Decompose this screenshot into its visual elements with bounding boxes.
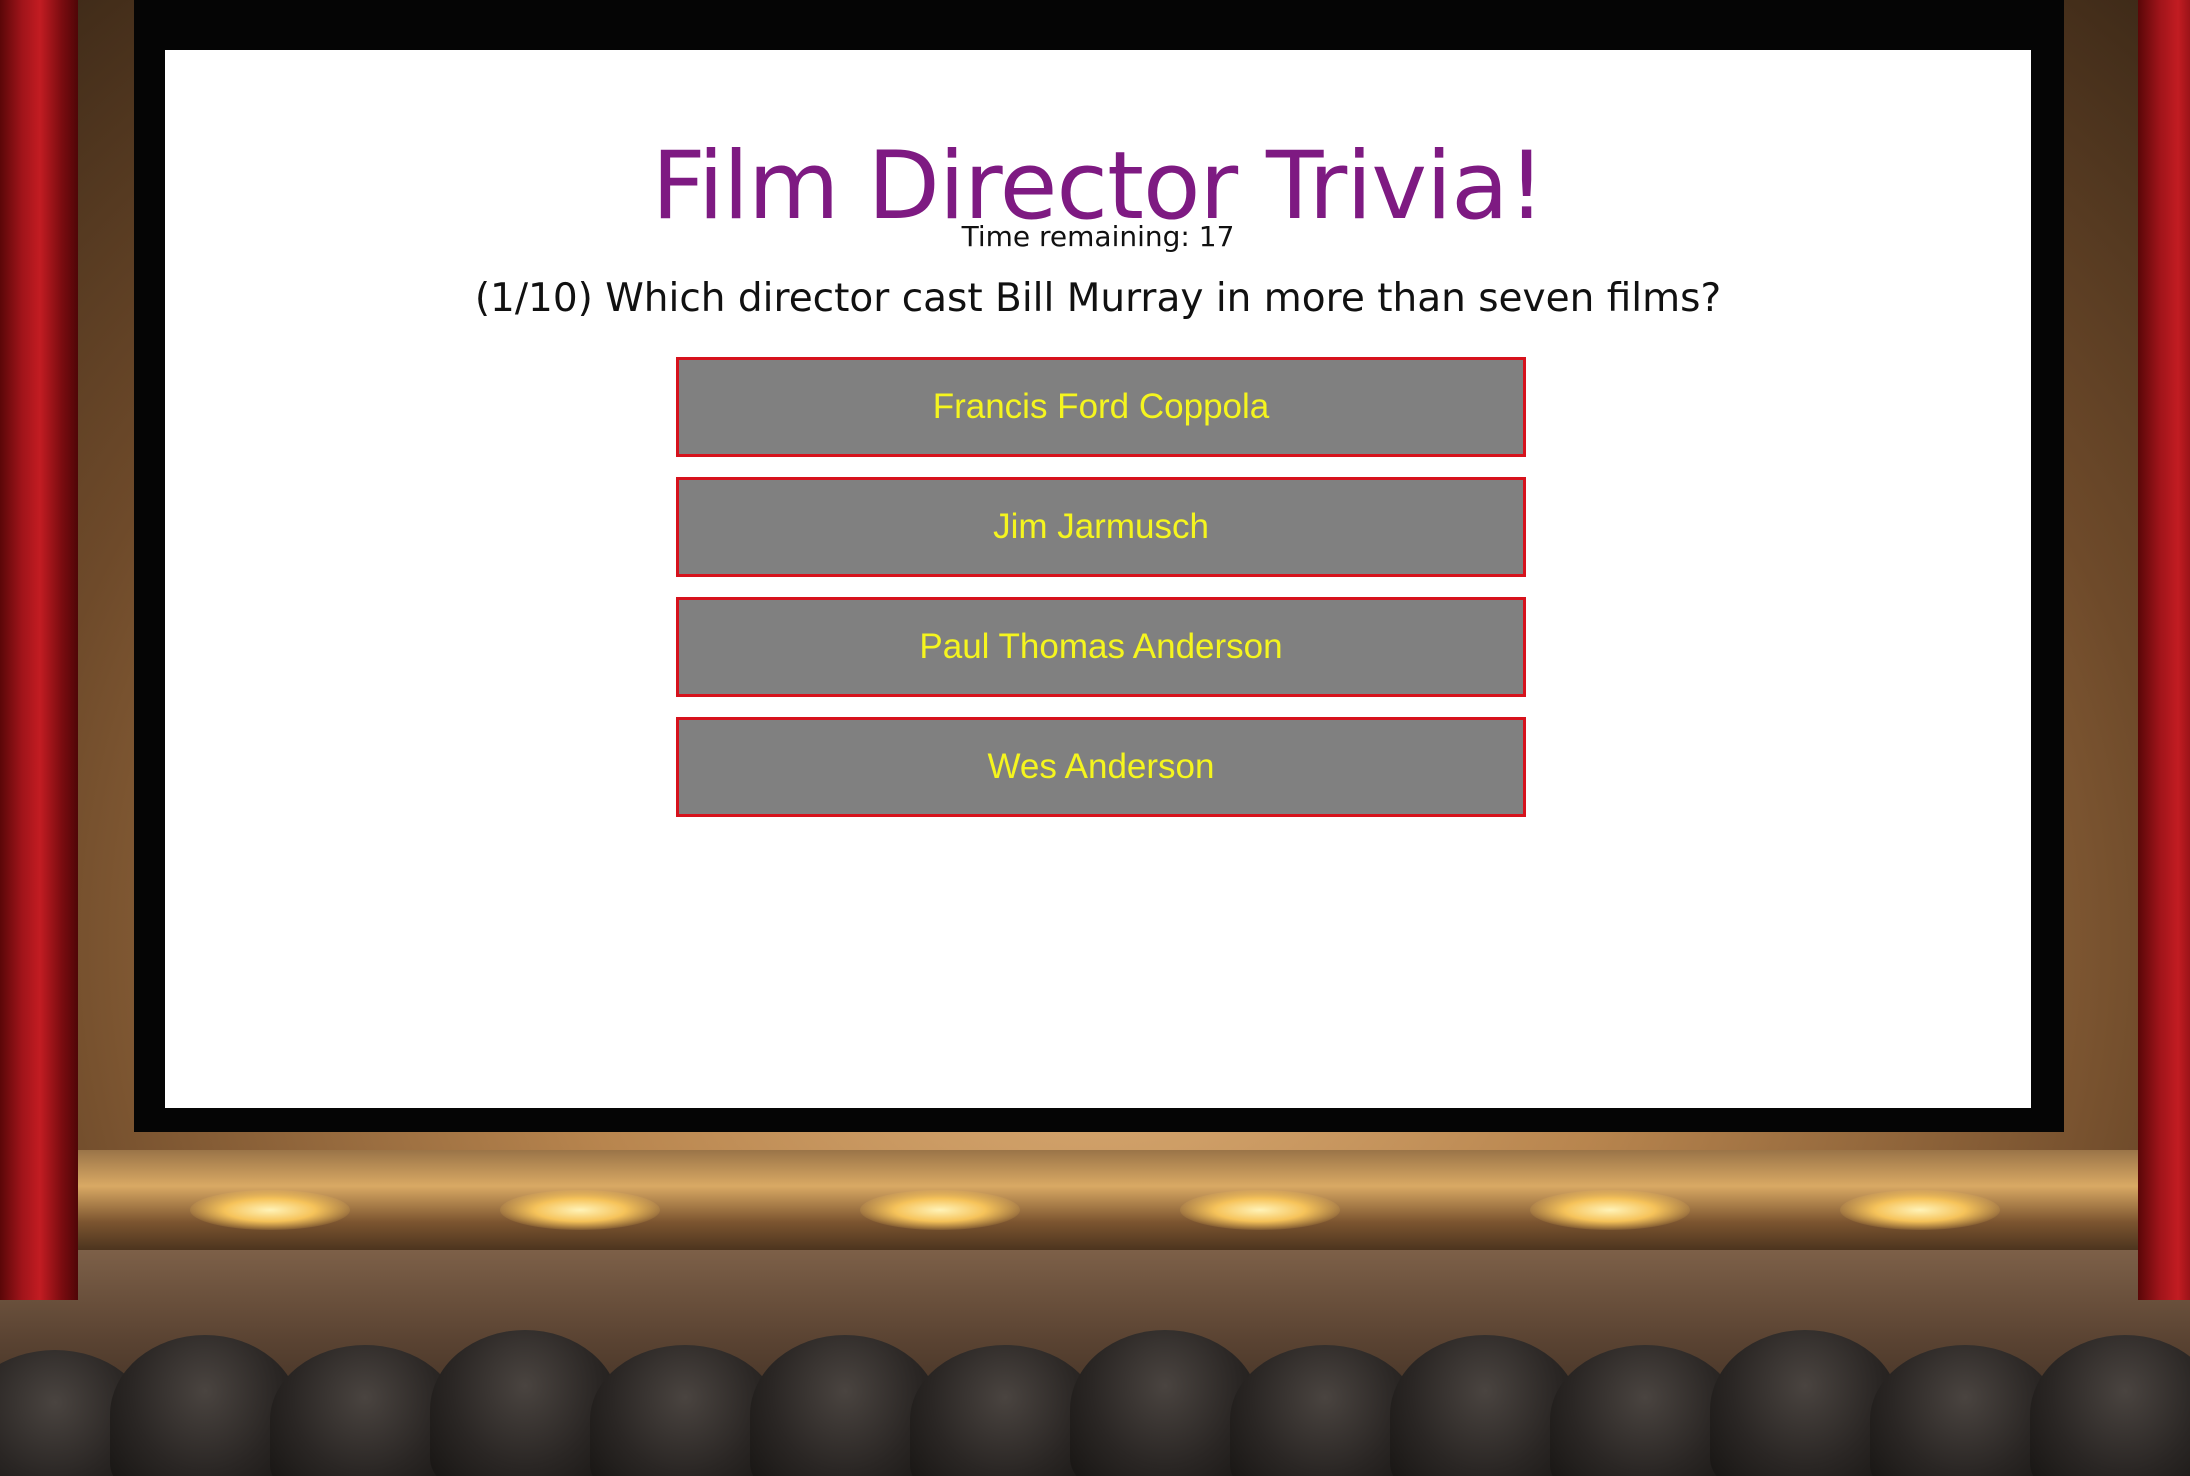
curtain-left (0, 0, 78, 1300)
answer-button-francis-ford-coppola[interactable]: Francis Ford Coppola (676, 357, 1526, 457)
stage-spotlight (1530, 1190, 1690, 1230)
curtain-right (2138, 0, 2190, 1300)
stage-spotlight (500, 1190, 660, 1230)
theater-seat (2030, 1335, 2190, 1476)
stage-spotlight (1180, 1190, 1340, 1230)
theater-floor (0, 1250, 2190, 1476)
stage-spotlight (1840, 1190, 2000, 1230)
theater-background: Film Director Trivia! Time remaining: 17… (0, 0, 2190, 1476)
trivia-screen: Film Director Trivia! Time remaining: 17… (165, 50, 2031, 1108)
question-text: (1/10) Which director cast Bill Murray i… (474, 276, 1722, 321)
answer-button-jim-jarmusch[interactable]: Jim Jarmusch (676, 477, 1526, 577)
stage-spotlight (190, 1190, 350, 1230)
answer-list: Francis Ford Coppola Jim Jarmusch Paul T… (676, 357, 1526, 837)
stage-spotlight (860, 1190, 1020, 1230)
time-remaining: Time remaining: 17 (961, 220, 1235, 253)
answer-button-wes-anderson[interactable]: Wes Anderson (676, 717, 1526, 817)
answer-button-paul-thomas-anderson[interactable]: Paul Thomas Anderson (676, 597, 1526, 697)
